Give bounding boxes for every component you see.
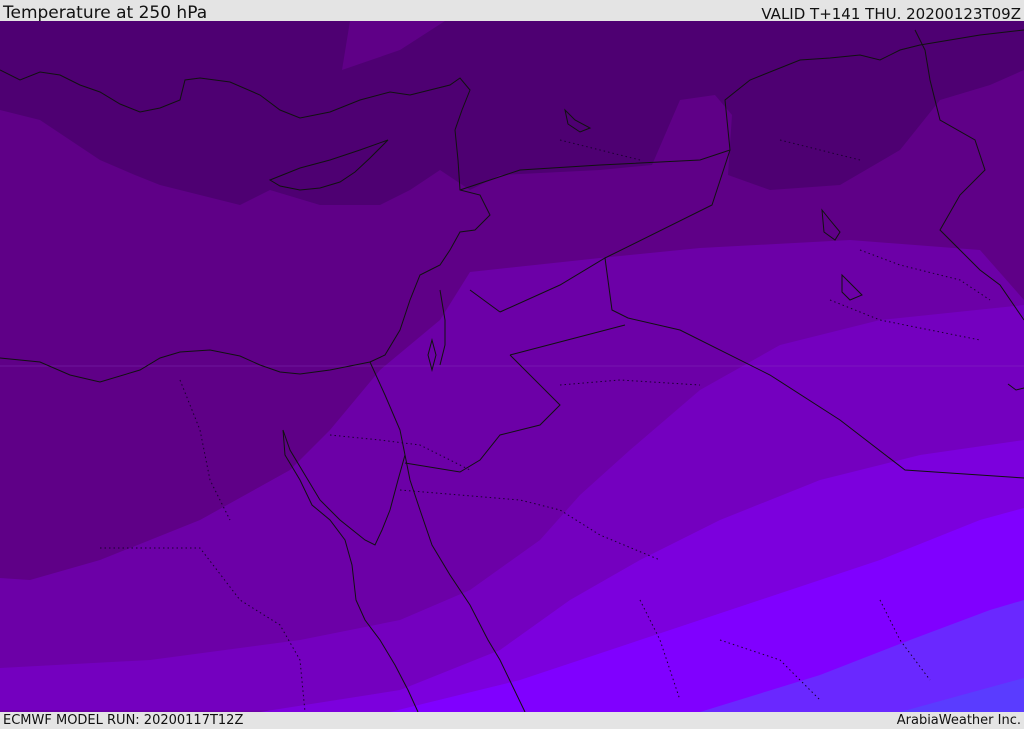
credit: ArabiaWeather Inc. bbox=[896, 713, 1021, 728]
temperature-map bbox=[0, 21, 1024, 712]
header-bar: Temperature at 250 hPa VALID T+141 THU. … bbox=[0, 0, 1024, 23]
model-run: ECMWF MODEL RUN: 20200117T12Z bbox=[3, 713, 244, 728]
footer-bar: ECMWF MODEL RUN: 20200117T12Z ArabiaWeat… bbox=[0, 712, 1024, 729]
map-panel bbox=[0, 21, 1024, 712]
map-title: Temperature at 250 hPa bbox=[3, 3, 208, 23]
